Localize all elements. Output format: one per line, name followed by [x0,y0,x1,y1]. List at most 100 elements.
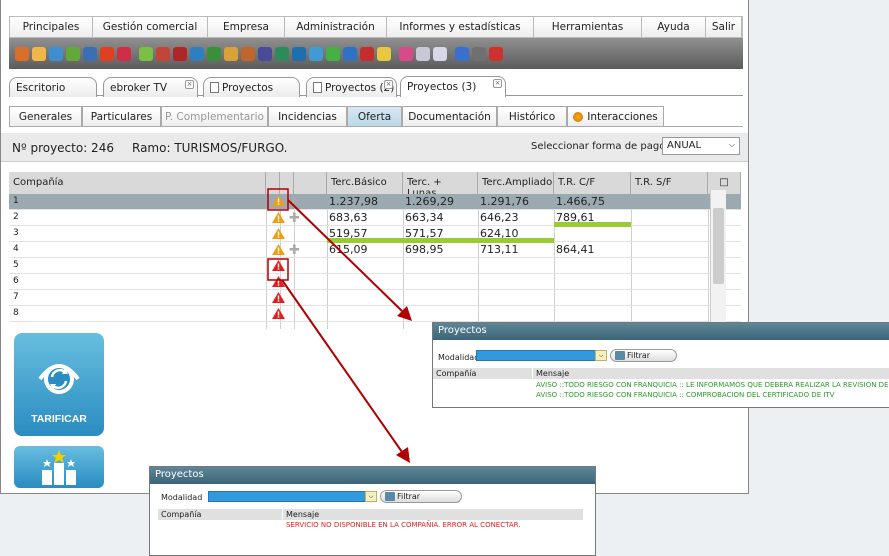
bulb-icon[interactable] [377,46,391,61]
bag-icon[interactable] [173,46,187,61]
briefcase-icon[interactable] [156,46,170,61]
app-window: Principales Gestión comercial Empresa Admin… [0,0,749,494]
price-cell[interactable]: 519,57 [327,226,403,243]
car-icon[interactable] [190,46,204,61]
plus-icon[interactable]: ✚ [289,243,300,258]
price-cell[interactable]: 571,57 [403,226,478,243]
price-cell[interactable]: 663,34 [403,210,478,226]
table-row[interactable]: 1 ✚ 1.237,98 1.269,29 1.291,76 1.466,75 [9,194,741,210]
price-cell[interactable]: 646,23 [478,210,554,226]
table-row[interactable]: 7 [9,290,741,306]
filter-button[interactable]: Filtrar [610,349,677,362]
table-row[interactable]: 6 [9,274,741,290]
tab-generales[interactable]: Generales [9,106,82,126]
error-warning-icon[interactable] [272,308,285,319]
price-cell[interactable]: 1.291,76 [478,194,554,210]
tab-proyectos-2[interactable]: Proyectos (2) × [306,77,397,97]
warning-icon[interactable] [272,244,285,255]
menu-item[interactable]: Ayuda [642,17,706,37]
gear-icon[interactable] [292,46,306,61]
menu-item[interactable]: Principales [10,17,93,37]
error-warning-icon[interactable] [272,292,285,303]
warning-icon[interactable] [272,228,285,239]
filter-button[interactable]: Filtrar [380,490,462,503]
tab-ebroker-tv[interactable]: ebroker TV × [103,77,198,97]
warning-icon[interactable] [272,195,285,206]
brush-icon[interactable] [139,46,153,61]
menu-item[interactable]: Gestión comercial [93,17,208,37]
help-icon[interactable] [489,46,503,61]
price-cell[interactable]: 698,95 [403,242,478,258]
pen-icon[interactable] [455,46,469,61]
tab-documentaci-n[interactable]: Documentación [402,106,497,126]
ranking-button[interactable] [14,446,104,488]
price-cell[interactable]: 864,41 [554,242,631,258]
tab-proyectos[interactable]: Proyectos [203,77,300,97]
people-icon[interactable] [224,46,238,61]
table-row[interactable]: 5 [9,258,741,274]
tab-oferta[interactable]: Oferta [347,106,402,126]
price-cell[interactable]: 683,63 [327,210,403,226]
tarificar-button[interactable]: TARIFICAR [14,333,104,436]
table-row[interactable]: 3 519,57 571,57 624,10 [9,226,741,243]
monitor-icon[interactable] [83,46,97,61]
tab-incidencias[interactable]: Incidencias [268,106,347,126]
menu-item[interactable]: Herramientas [534,17,642,37]
price-cell[interactable]: 1.237,98 [327,194,403,210]
table-row[interactable]: 2 ✚ 683,63 663,34 646,23 789,61 [9,210,741,227]
target-icon[interactable] [117,46,131,61]
diamond-icon[interactable] [309,46,323,61]
table-row[interactable]: 8 [9,306,741,322]
tab-label: Oferta [357,110,392,123]
refresh-icon[interactable] [343,46,357,61]
card-icon[interactable] [66,46,80,61]
fire-icon[interactable] [100,46,114,61]
box-icon[interactable] [207,46,221,61]
grid-scrollbar[interactable] [710,190,726,329]
chevron-down-icon[interactable]: ⌵ [365,491,377,502]
arrows-icon[interactable] [326,46,340,61]
error-warning-icon[interactable] [272,276,285,287]
close-icon[interactable]: × [384,80,393,89]
menu-item[interactable]: Salir [706,17,742,37]
price-cell[interactable]: 615,09 [327,242,403,258]
modalidad-select[interactable] [476,350,599,361]
folder-icon[interactable] [416,46,430,61]
tab-proyectos-3[interactable]: Proyectos (3) × [400,76,506,97]
modalidad-select[interactable] [208,491,366,502]
id-card-icon[interactable] [399,46,413,61]
scroll-thumb[interactable] [713,208,724,284]
tab-interacciones[interactable]: Interacciones [567,106,664,126]
price-cell[interactable]: 789,61 [554,210,631,227]
warning-icon[interactable] [272,212,285,223]
calendar-icon[interactable] [433,46,447,61]
user-add-icon[interactable] [49,46,63,61]
plus-icon[interactable]: ✚ [289,211,300,226]
price-cell[interactable]: 1.269,29 [403,194,478,210]
warning-popup: Proyectos Modalidad ⌵ Filtrar Compañía M… [432,322,889,408]
menu-item[interactable]: Informes y estadísticas [387,17,534,37]
price-cell[interactable]: 713,11 [478,242,554,258]
chart-icon[interactable] [275,46,289,61]
table-row[interactable]: 4 ✚ 615,09 698,95 713,11 864,41 [9,242,741,258]
g-icon[interactable] [360,46,374,61]
menu-item[interactable]: Administración [285,17,387,37]
tab-escritorio[interactable]: Escritorio [9,77,97,97]
tab-hist-rico[interactable]: Histórico [497,106,567,126]
payment-select[interactable]: ANUAL ⌵ [662,137,740,155]
close-icon[interactable]: × [185,80,194,89]
tools-icon[interactable] [472,46,486,61]
menu-item[interactable]: Empresa [208,17,285,37]
chevron-down-icon[interactable]: ⌵ [595,350,607,361]
tab-label: Generales [18,110,73,123]
people-alt-icon[interactable] [241,46,255,61]
price-cell[interactable]: 624,10 [478,226,554,243]
close-icon[interactable]: × [493,79,502,88]
user-icon[interactable] [32,46,46,61]
price-cell[interactable]: 1.466,75 [554,194,631,210]
users-icon[interactable] [15,46,29,61]
tab-particulares[interactable]: Particulares [82,106,161,126]
nodes-icon[interactable] [258,46,272,61]
error-warning-icon[interactable] [272,260,285,271]
plus-icon[interactable]: ✚ [289,195,300,210]
